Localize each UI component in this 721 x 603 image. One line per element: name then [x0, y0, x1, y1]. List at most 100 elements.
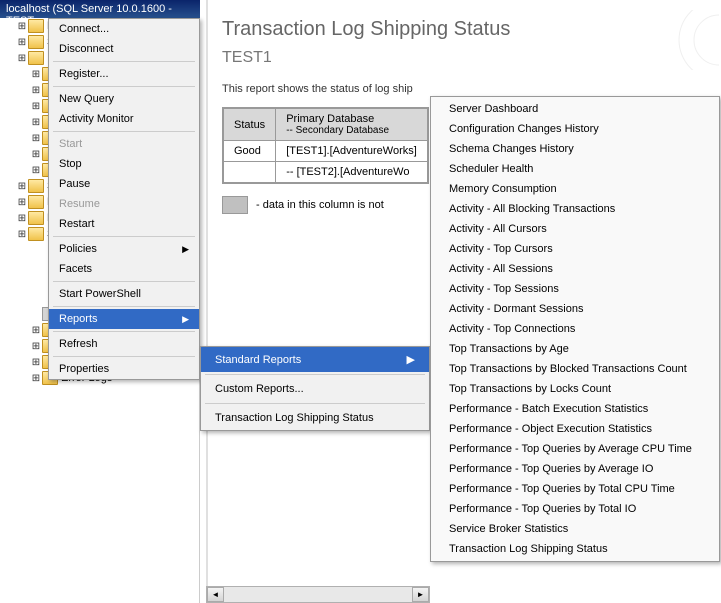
report-subtitle: TEST1 — [222, 49, 707, 67]
menu-item-transaction-log-shipping-status[interactable]: Transaction Log Shipping Status — [431, 539, 719, 559]
folder-icon — [28, 179, 44, 193]
menu-item-activity-monitor[interactable]: Activity Monitor — [49, 109, 199, 129]
folder-icon — [28, 35, 44, 49]
menu-item-disconnect[interactable]: Disconnect — [49, 39, 199, 59]
menu-item-activity-all-sessions[interactable]: Activity - All Sessions — [431, 259, 719, 279]
standard-reports-menu[interactable]: Server DashboardConfiguration Changes Hi… — [430, 96, 720, 562]
expand-icon[interactable]: ⊞ — [16, 229, 28, 240]
report-title: Transaction Log Shipping Status — [222, 18, 707, 41]
expand-icon[interactable]: ⊞ — [30, 69, 42, 80]
expand-icon[interactable]: ⊞ — [30, 101, 42, 112]
submenu-arrow-icon: ▶ — [182, 314, 189, 325]
expand-icon[interactable]: ⊞ — [30, 325, 42, 336]
cell-status: Good — [223, 141, 276, 162]
expand-icon[interactable]: ⊞ — [16, 213, 28, 224]
menu-item-memory-consumption[interactable]: Memory Consumption — [431, 179, 719, 199]
menu-separator — [53, 131, 195, 132]
expand-icon[interactable]: ⊞ — [30, 117, 42, 128]
menu-item-start-powershell[interactable]: Start PowerShell — [49, 284, 199, 304]
menu-item-stop[interactable]: Stop — [49, 154, 199, 174]
report-description: This report shows the status of log ship — [222, 83, 707, 95]
legend-text: - data in this column is not — [256, 199, 384, 211]
menu-item-custom-reports[interactable]: Custom Reports... — [201, 377, 429, 401]
expand-icon[interactable]: ⊞ — [16, 197, 28, 208]
expand-icon[interactable]: ⊞ — [30, 165, 42, 176]
cell-database: [TEST1].[AdventureWorks] — [276, 141, 428, 162]
menu-item-properties[interactable]: Properties — [49, 359, 199, 379]
menu-item-activity-top-connections[interactable]: Activity - Top Connections — [431, 319, 719, 339]
menu-separator — [53, 356, 195, 357]
legend-swatch — [222, 196, 248, 214]
menu-item-reports[interactable]: Reports▶ — [49, 309, 199, 329]
menu-item-new-query[interactable]: New Query — [49, 89, 199, 109]
expand-icon[interactable]: ⊞ — [30, 373, 42, 384]
decorative-swirl — [649, 10, 719, 70]
menu-item-top-transactions-by-blocked-transactions-count[interactable]: Top Transactions by Blocked Transactions… — [431, 359, 719, 379]
folder-icon — [28, 19, 44, 33]
status-table: Status Primary Database -- Secondary Dat… — [222, 107, 429, 184]
menu-item-connect[interactable]: Connect... — [49, 19, 199, 39]
menu-item-performance-top-queries-by-average-io[interactable]: Performance - Top Queries by Average IO — [431, 459, 719, 479]
menu-separator — [53, 331, 195, 332]
expand-icon[interactable]: ⊞ — [16, 181, 28, 192]
menu-item-activity-all-cursors[interactable]: Activity - All Cursors — [431, 219, 719, 239]
server-context-menu[interactable]: Connect...Disconnect Register... New Query… — [48, 18, 200, 380]
menu-separator — [205, 403, 425, 404]
menu-item-policies[interactable]: Policies▶ — [49, 239, 199, 259]
menu-item-configuration-changes-history[interactable]: Configuration Changes History — [431, 119, 719, 139]
folder-icon — [28, 211, 44, 225]
menu-item-transaction-log-shipping-status[interactable]: Transaction Log Shipping Status — [201, 406, 429, 430]
menu-item-performance-object-execution-statistics[interactable]: Performance - Object Execution Statistic… — [431, 419, 719, 439]
cell-status — [223, 162, 276, 184]
folder-icon — [28, 195, 44, 209]
menu-item-activity-top-sessions[interactable]: Activity - Top Sessions — [431, 279, 719, 299]
expand-icon[interactable]: ⊞ — [30, 341, 42, 352]
folder-icon — [28, 51, 44, 65]
table-row: Good[TEST1].[AdventureWorks] — [223, 141, 428, 162]
menu-item-start: Start — [49, 134, 199, 154]
menu-separator — [53, 86, 195, 87]
reports-submenu[interactable]: Standard Reports▶ Custom Reports... Transa… — [200, 346, 430, 431]
expand-icon[interactable]: ⊞ — [30, 133, 42, 144]
menu-item-register[interactable]: Register... — [49, 64, 199, 84]
horizontal-scrollbar[interactable]: ◄ ► — [206, 586, 430, 603]
expand-icon[interactable]: ⊞ — [16, 37, 28, 48]
cell-database: -- [TEST2].[AdventureWo — [276, 162, 428, 184]
menu-item-top-transactions-by-locks-count[interactable]: Top Transactions by Locks Count — [431, 379, 719, 399]
menu-separator — [53, 306, 195, 307]
menu-item-activity-top-cursors[interactable]: Activity - Top Cursors — [431, 239, 719, 259]
scroll-right-button[interactable]: ► — [412, 587, 429, 602]
table-row: -- [TEST2].[AdventureWo — [223, 162, 428, 184]
menu-item-server-dashboard[interactable]: Server Dashboard — [431, 99, 719, 119]
menu-item-top-transactions-by-age[interactable]: Top Transactions by Age — [431, 339, 719, 359]
menu-item-performance-top-queries-by-total-cpu-time[interactable]: Performance - Top Queries by Total CPU T… — [431, 479, 719, 499]
menu-item-scheduler-health[interactable]: Scheduler Health — [431, 159, 719, 179]
expand-icon[interactable]: ⊞ — [16, 53, 28, 64]
menu-separator — [53, 61, 195, 62]
expand-icon[interactable]: ⊞ — [16, 21, 28, 32]
col-status: Status — [223, 108, 276, 141]
menu-item-schema-changes-history[interactable]: Schema Changes History — [431, 139, 719, 159]
menu-item-refresh[interactable]: Refresh — [49, 334, 199, 354]
menu-item-restart[interactable]: Restart — [49, 214, 199, 234]
scroll-track[interactable] — [224, 587, 412, 602]
menu-item-service-broker-statistics[interactable]: Service Broker Statistics — [431, 519, 719, 539]
menu-separator — [53, 281, 195, 282]
expand-icon[interactable]: ⊞ — [30, 85, 42, 96]
expand-icon[interactable]: ⊞ — [30, 357, 42, 368]
menu-item-pause[interactable]: Pause — [49, 174, 199, 194]
menu-item-resume: Resume — [49, 194, 199, 214]
col-database: Primary Database -- Secondary Database — [276, 108, 428, 141]
menu-item-facets[interactable]: Facets — [49, 259, 199, 279]
menu-item-performance-batch-execution-statistics[interactable]: Performance - Batch Execution Statistics — [431, 399, 719, 419]
menu-item-standard-reports[interactable]: Standard Reports▶ — [201, 347, 429, 372]
folder-icon — [28, 227, 44, 241]
submenu-arrow-icon: ▶ — [407, 353, 415, 366]
menu-separator — [53, 236, 195, 237]
menu-item-activity-dormant-sessions[interactable]: Activity - Dormant Sessions — [431, 299, 719, 319]
expand-icon[interactable]: ⊞ — [30, 149, 42, 160]
menu-item-activity-all-blocking-transactions[interactable]: Activity - All Blocking Transactions — [431, 199, 719, 219]
menu-item-performance-top-queries-by-total-io[interactable]: Performance - Top Queries by Total IO — [431, 499, 719, 519]
menu-item-performance-top-queries-by-average-cpu-time[interactable]: Performance - Top Queries by Average CPU… — [431, 439, 719, 459]
scroll-left-button[interactable]: ◄ — [207, 587, 224, 602]
